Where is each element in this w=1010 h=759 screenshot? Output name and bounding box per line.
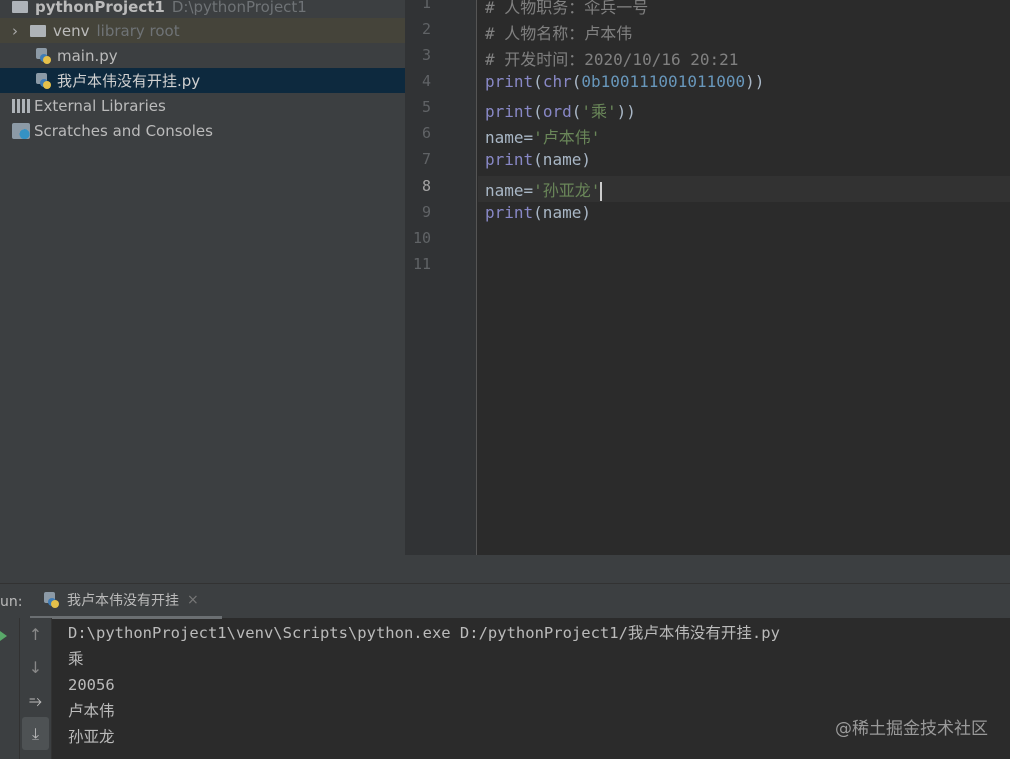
chevron-right-icon[interactable]: ›	[12, 22, 18, 40]
console-line: 20056	[68, 676, 115, 694]
item-hint: library root	[96, 21, 180, 40]
editor-breadcrumb-bar	[405, 555, 1010, 583]
code-line: name='卢本伟'	[485, 124, 600, 148]
line-number: 5	[421, 98, 431, 116]
token: (	[571, 102, 582, 121]
code-line: print(name)	[485, 150, 591, 169]
token: '孙亚龙'	[533, 181, 601, 200]
line-number: 1	[421, 0, 431, 12]
console-line: 卢本伟	[68, 702, 115, 720]
token: (	[533, 102, 543, 121]
project-name: pythonProject1	[35, 0, 165, 16]
run-toolbar	[0, 618, 20, 759]
token: (	[533, 72, 543, 91]
token: '卢本伟'	[533, 128, 601, 147]
code-line: # 人物名称：卢本伟	[485, 24, 633, 43]
python-file-icon	[36, 72, 51, 89]
python-icon	[44, 592, 59, 608]
token: name=	[485, 128, 534, 147]
folder-icon	[12, 0, 28, 13]
item-label: venv	[53, 21, 90, 40]
text-caret	[600, 182, 603, 201]
folder-icon	[30, 24, 46, 37]
token: (	[571, 72, 582, 91]
line-number: 6	[421, 124, 431, 142]
item-label: External Libraries	[34, 96, 166, 115]
tree-item-script[interactable]: 我卢本伟没有开挂.py	[0, 68, 405, 93]
line-number: 10	[412, 229, 431, 247]
project-path: D:\pythonProject1	[171, 0, 307, 16]
arrow-down-icon[interactable]: ↓	[20, 651, 51, 684]
code-line: # 开发时间：2020/10/16 20:21	[485, 50, 739, 69]
console-line: D:\pythonProject1\venv\Scripts\python.ex…	[68, 624, 780, 642]
code-line: # 人物职务：伞兵一号	[485, 0, 649, 17]
code-line: print(chr(0b100111001011000))	[485, 72, 764, 91]
token: ))	[616, 102, 636, 121]
scratches-icon	[12, 122, 30, 139]
console-line: 孙亚龙	[68, 728, 115, 746]
item-label: 我卢本伟没有开挂.py	[57, 72, 201, 90]
watermark: @稀土掘金技术社区	[835, 719, 988, 739]
token: (name)	[533, 203, 591, 222]
token: print	[485, 203, 534, 222]
line-number: 9	[421, 203, 431, 221]
run-tab[interactable]: 我卢本伟没有开挂 ×	[30, 584, 222, 619]
token: print	[485, 102, 534, 121]
item-label: Scratches and Consoles	[34, 121, 213, 140]
token: chr	[542, 72, 572, 91]
item-label: main.py	[57, 46, 118, 65]
token: print	[485, 72, 534, 91]
project-tree: pythonProject1 D:\pythonProject1 › venv …	[0, 0, 405, 583]
token: print	[485, 150, 534, 169]
tree-item-venv[interactable]: › venv library root	[0, 18, 405, 43]
tree-item-main-py[interactable]: main.py	[0, 43, 405, 68]
code-line: name='孙亚龙'	[485, 177, 603, 201]
token: ord	[542, 102, 572, 121]
run-tool-window-header: un: 我卢本伟没有开挂 ×	[0, 583, 1010, 619]
token: name=	[485, 181, 534, 200]
library-icon	[12, 98, 30, 113]
run-tab-label: 我卢本伟没有开挂	[67, 593, 179, 609]
line-number: 3	[421, 46, 431, 64]
line-number: 4	[421, 72, 431, 90]
line-number: 11	[412, 255, 431, 273]
rerun-icon[interactable]	[0, 631, 7, 641]
line-number: 7	[421, 150, 431, 168]
console-line: 乘	[68, 650, 84, 668]
run-label: un:	[0, 594, 23, 610]
arrow-up-icon[interactable]: ↑	[20, 618, 51, 651]
close-icon[interactable]: ×	[187, 592, 199, 608]
token: (name)	[533, 150, 591, 169]
token: 0b100111001011000	[581, 72, 746, 91]
token: ))	[745, 72, 765, 91]
soft-wrap-icon[interactable]: ⥱	[20, 684, 51, 717]
tree-project-root[interactable]: pythonProject1 D:\pythonProject1	[0, 0, 405, 19]
console-toolbar: ↑ ↓ ⥱ ⤓	[20, 618, 52, 759]
console-output[interactable]: D:\pythonProject1\venv\Scripts\python.ex…	[68, 620, 780, 750]
line-number: 8	[421, 177, 431, 195]
line-number: 2	[421, 20, 431, 38]
tree-item-external-libraries[interactable]: External Libraries	[0, 93, 405, 118]
code-line: print(ord('乘'))	[485, 98, 636, 122]
python-file-icon	[36, 47, 51, 64]
scroll-to-end-icon[interactable]: ⤓	[22, 717, 49, 750]
code-line: print(name)	[485, 203, 591, 222]
token: '乘'	[581, 102, 617, 121]
tree-item-scratches[interactable]: Scratches and Consoles	[0, 118, 405, 143]
